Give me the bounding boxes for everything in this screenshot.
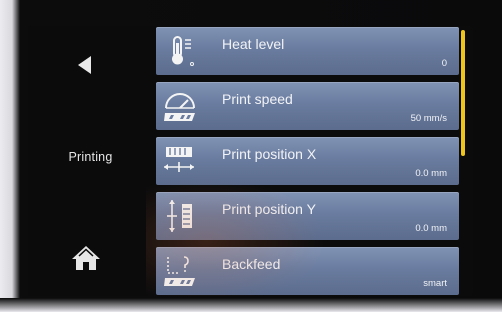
home-button[interactable] xyxy=(70,244,102,272)
print-status-label: Printing xyxy=(68,150,113,164)
device-bezel-bottom xyxy=(0,298,502,312)
setting-row-print-speed[interactable]: Print speed 50 mm/s xyxy=(156,82,459,130)
printer-screen: Printing Heat level 0 Print speed 50 mm/… xyxy=(28,26,473,296)
scrollbar-thumb[interactable] xyxy=(461,30,465,156)
setting-row-print-position-y[interactable]: Print position Y 0.0 mm xyxy=(156,192,459,240)
setting-label: Print position X xyxy=(222,146,317,162)
setting-value: 50 mm/s xyxy=(410,113,447,124)
setting-label: Backfeed xyxy=(222,256,281,272)
position-x-icon xyxy=(164,147,194,172)
setting-label: Heat level xyxy=(222,36,285,52)
speedometer-icon xyxy=(164,93,195,121)
setting-label: Print speed xyxy=(222,91,293,107)
position-y-icon xyxy=(167,200,192,232)
setting-value: smart xyxy=(423,278,447,289)
back-button[interactable] xyxy=(64,50,104,80)
back-arrow-icon xyxy=(77,56,91,74)
setting-row-backfeed[interactable]: Backfeed smart xyxy=(156,247,459,295)
setting-value: 0 xyxy=(441,58,447,69)
setting-label: Print position Y xyxy=(222,201,316,217)
setting-row-print-position-x[interactable]: Print position X 0.0 mm xyxy=(156,137,459,185)
nav-column: Printing xyxy=(28,26,153,296)
home-icon xyxy=(72,246,100,270)
backfeed-icon xyxy=(164,256,195,286)
thermometer-icon xyxy=(172,36,194,66)
setting-value: 0.0 mm xyxy=(415,168,447,179)
settings-list: Heat level 0 Print speed 50 mm/s Print p… xyxy=(156,27,459,296)
setting-row-heat-level[interactable]: Heat level 0 xyxy=(156,27,459,75)
setting-value: 0.0 mm xyxy=(415,223,447,234)
